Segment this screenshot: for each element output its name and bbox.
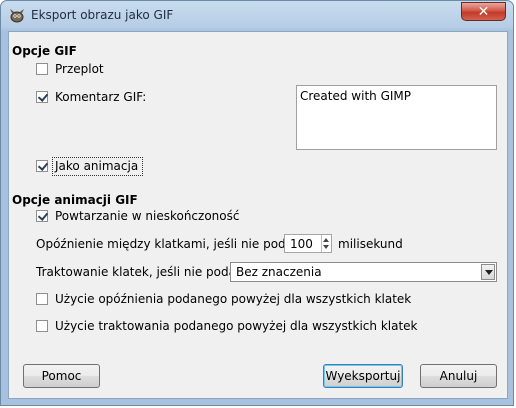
window-title: Eksport obrazu jako GIF bbox=[31, 8, 174, 22]
use-delay-all-checkbox[interactable] bbox=[36, 293, 48, 305]
gimp-icon bbox=[10, 9, 24, 23]
interlace-label: Przeplot bbox=[55, 62, 104, 76]
spin-up-icon[interactable] bbox=[323, 238, 329, 242]
comment-checkbox[interactable] bbox=[36, 91, 48, 103]
loop-checkbox[interactable] bbox=[36, 210, 48, 222]
comment-textarea[interactable]: Created with GIMP bbox=[296, 85, 497, 150]
close-button[interactable]: ✕ bbox=[461, 2, 506, 21]
loop-label: Powtarzanie w nieskończoność bbox=[55, 209, 240, 223]
use-disposal-all-checkbox[interactable] bbox=[36, 320, 48, 332]
chevron-down-icon[interactable] bbox=[481, 264, 495, 280]
title-bar[interactable]: Eksport obrazu jako GIF ✕ bbox=[1, 1, 515, 31]
close-icon: ✕ bbox=[477, 4, 490, 20]
spin-buttons[interactable] bbox=[321, 235, 331, 252]
comment-label: Komentarz GIF: bbox=[55, 90, 147, 104]
delay-spinbox[interactable]: 100 bbox=[284, 234, 332, 253]
interlace-checkbox[interactable] bbox=[36, 63, 48, 75]
disposal-combo[interactable]: Bez znaczenia bbox=[230, 262, 497, 282]
export-button[interactable]: Wyeksportuj bbox=[323, 364, 403, 388]
as-animation-checkbox[interactable] bbox=[36, 160, 48, 172]
delay-label: Opóźnienie między klatkami, jeśli nie po… bbox=[36, 237, 312, 251]
disposal-label: Traktowanie klatek, jeśli nie podano: bbox=[36, 265, 255, 279]
dialog-content: Opcje GIF Przeplot Komentarz GIF: Create… bbox=[8, 31, 508, 399]
delay-unit: milisekund bbox=[338, 237, 403, 251]
as-animation-label: Jako animacja bbox=[55, 159, 139, 173]
gif-options-heading: Opcje GIF bbox=[12, 44, 77, 58]
cancel-button[interactable]: Anuluj bbox=[420, 364, 497, 388]
dialog-window: Eksport obrazu jako GIF ✕ Opcje GIF Prze… bbox=[0, 0, 514, 406]
use-disposal-all-label: Użycie traktowania podanego powyżej dla … bbox=[55, 319, 418, 333]
spin-down-icon[interactable] bbox=[323, 245, 329, 249]
animation-options-heading: Opcje animacji GIF bbox=[12, 193, 138, 207]
delay-value: 100 bbox=[290, 237, 313, 251]
use-delay-all-label: Użycie opóźnienia podanego powyżej dla w… bbox=[55, 292, 412, 306]
help-button[interactable]: Pomoc bbox=[23, 364, 100, 388]
disposal-value: Bez znaczenia bbox=[236, 265, 322, 279]
